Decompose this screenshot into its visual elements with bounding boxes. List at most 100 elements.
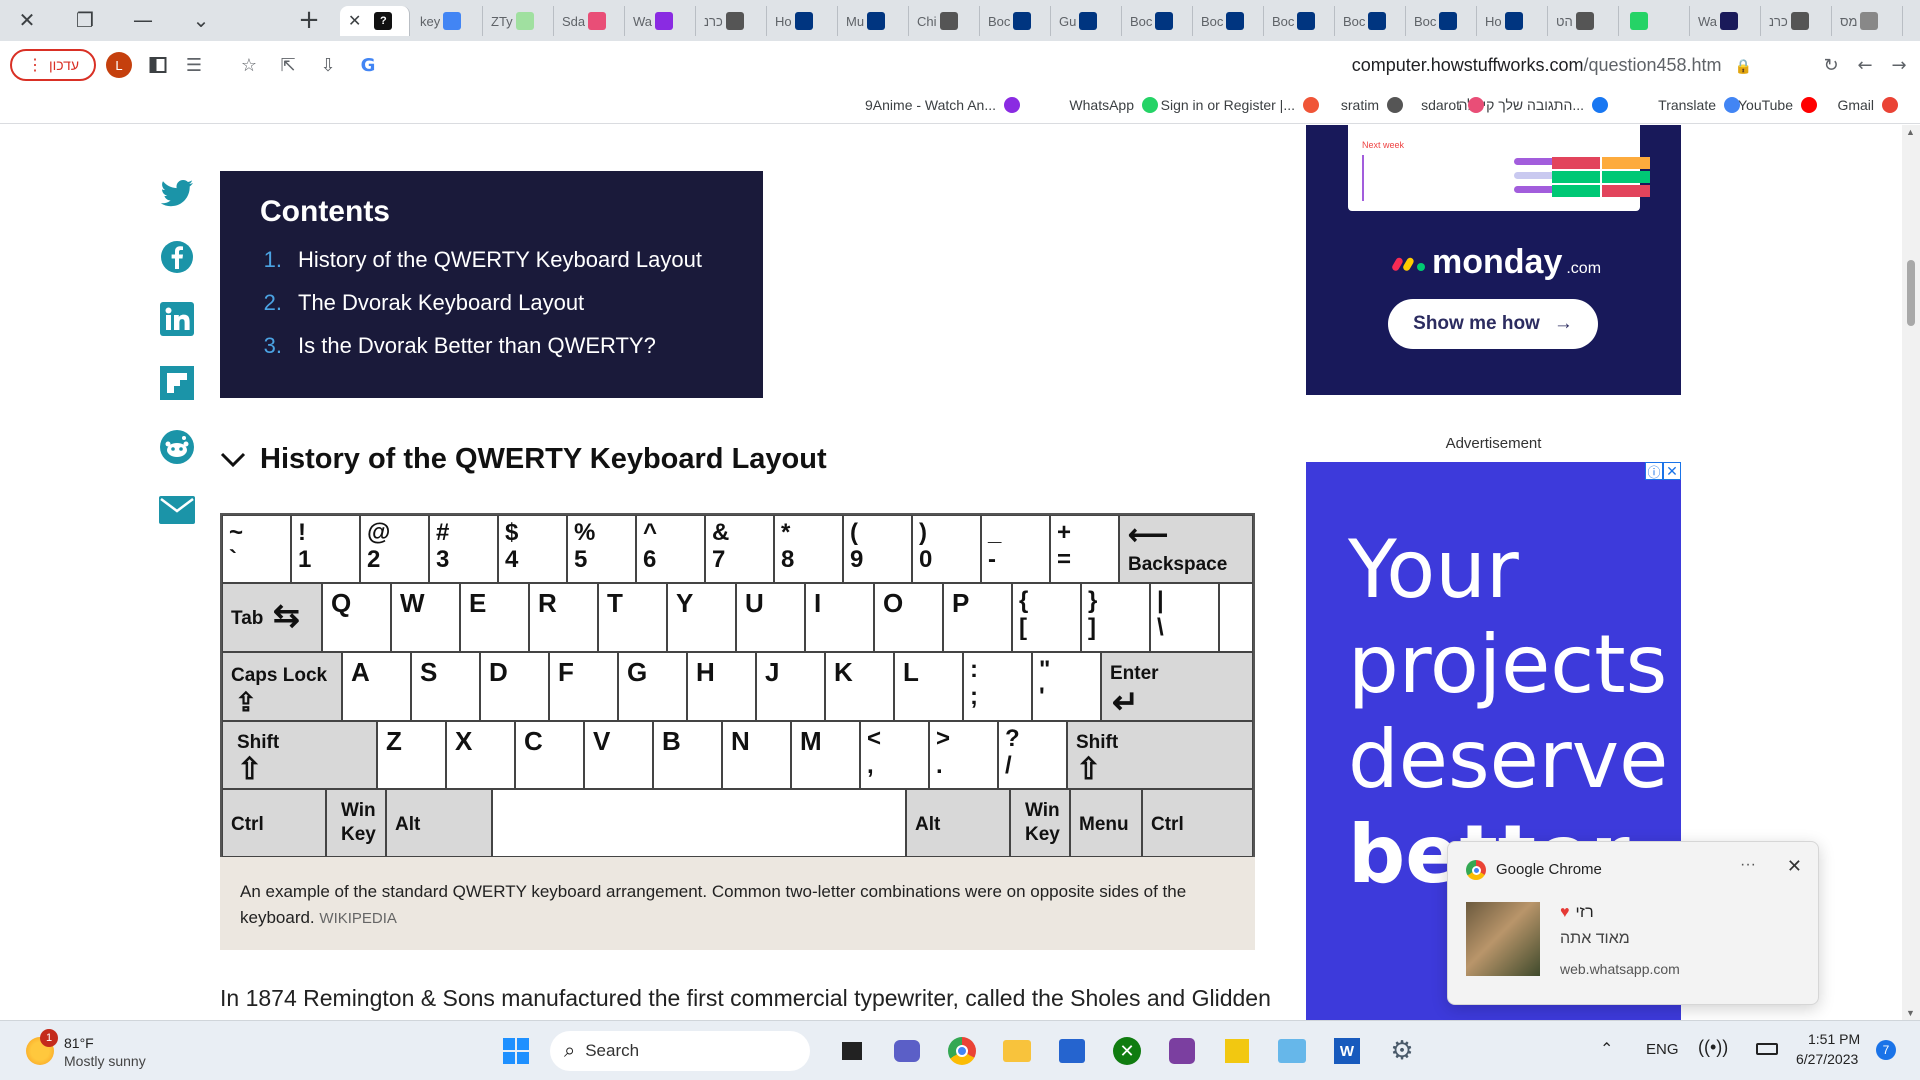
tab[interactable]: Boc — [1335, 6, 1406, 36]
key-label: 5 — [574, 546, 588, 573]
avatar[interactable]: L — [106, 52, 132, 78]
tab[interactable]: ZTy — [483, 6, 554, 36]
clock-date[interactable]: 6/27/2023 — [1796, 1051, 1858, 1067]
key-label: ] — [1088, 614, 1096, 641]
ad-close-icon[interactable]: ✕ — [1663, 462, 1681, 480]
app-icon[interactable] — [1166, 1035, 1198, 1067]
tab[interactable]: Ho — [767, 6, 838, 36]
language-indicator[interactable]: ENG — [1646, 1041, 1679, 1058]
reddit-icon[interactable] — [158, 428, 196, 466]
email-icon[interactable] — [158, 491, 196, 529]
tab[interactable]: Sda — [554, 6, 625, 36]
tab[interactable]: key — [412, 6, 483, 36]
clock-time[interactable]: 1:51 PM — [1808, 1031, 1860, 1047]
update-button[interactable]: ⋮ עדכון — [10, 49, 96, 81]
file-explorer-icon[interactable] — [1001, 1035, 1033, 1067]
contents-item[interactable]: 2. The Dvorak Keyboard Layout — [260, 290, 763, 316]
notification-count[interactable]: 7 — [1876, 1040, 1896, 1060]
tray-chevron-up-icon[interactable]: ⌃ — [1600, 1039, 1613, 1059]
tab[interactable]: Boc — [1264, 6, 1335, 36]
key-label: Alt — [395, 814, 421, 835]
tab[interactable]: Chi — [909, 6, 980, 36]
xbox-icon[interactable]: ✕ — [1111, 1035, 1143, 1067]
bookmark-item[interactable]: Sign in or Register |... — [1161, 97, 1319, 113]
sticky-notes-icon[interactable] — [1221, 1035, 1253, 1067]
close-notification-icon[interactable]: ✕ — [1787, 856, 1802, 877]
bookmark-item[interactable]: YouTube — [1738, 97, 1817, 113]
section-heading[interactable]: History of the QWERTY Keyboard Layout — [220, 443, 827, 476]
word-icon[interactable]: W — [1331, 1035, 1363, 1067]
tab[interactable]: Wa — [1690, 6, 1761, 36]
address-bar[interactable]: computer.howstuffworks.com/question458.h… — [1352, 55, 1752, 76]
contents-link[interactable]: Is the Dvorak Better than QWERTY? — [298, 333, 656, 359]
tab[interactable]: כרנ — [696, 6, 767, 36]
contents-link[interactable]: The Dvorak Keyboard Layout — [298, 290, 584, 316]
scroll-up-icon[interactable]: ▲ — [1906, 127, 1915, 137]
tab[interactable]: כרנ — [1761, 6, 1832, 36]
bookmark-item[interactable]: 9Anime - Watch An... — [865, 97, 1020, 113]
close-window-icon[interactable]: ✕ — [12, 6, 42, 34]
tab[interactable]: Boc — [1406, 6, 1477, 36]
tab-title: Sda — [562, 13, 586, 29]
photos-icon[interactable] — [1276, 1035, 1308, 1067]
chevron-down-icon[interactable] — [220, 452, 246, 468]
scrollbar-thumb[interactable] — [1907, 260, 1915, 326]
page-scrollbar[interactable]: ▲ ▼ — [1902, 125, 1920, 1020]
close-tab-icon[interactable]: ✕ — [348, 11, 361, 31]
scroll-down-icon[interactable]: ▼ — [1906, 1008, 1915, 1018]
lock-icon[interactable]: 🔒 — [1735, 58, 1752, 74]
tab[interactable]: Ho — [1477, 6, 1548, 36]
monday-ad[interactable]: Next week monday .com Show me how → — [1306, 125, 1681, 395]
minimize-window-icon[interactable]: — — [128, 6, 158, 34]
tab[interactable]: Gu — [1051, 6, 1122, 36]
bookmark-item[interactable]: Gmail — [1837, 97, 1898, 113]
flipboard-icon[interactable] — [158, 364, 196, 402]
chrome-notification[interactable]: Google Chrome ··· ✕ ♥ רזי מאוד אתה web.wh… — [1447, 841, 1819, 1005]
tab[interactable]: Wa — [625, 6, 696, 36]
windows-start-icon[interactable] — [500, 1035, 532, 1067]
bookmark-item[interactable]: sdarot — [1421, 97, 1484, 113]
chrome-taskbar-icon[interactable] — [946, 1035, 978, 1067]
task-view-icon[interactable] — [836, 1035, 868, 1067]
tab[interactable]: Boc — [1193, 6, 1264, 36]
bookmark-item[interactable]: WhatsApp — [1069, 97, 1158, 113]
tab[interactable]: Boc — [1122, 6, 1193, 36]
reading-list-icon[interactable]: ☰ — [179, 50, 209, 80]
tab[interactable]: Boc — [980, 6, 1051, 36]
tab-active-howstuffworks[interactable]: ✕ ? — [340, 6, 410, 36]
tab[interactable]: Mu — [838, 6, 909, 36]
restore-window-icon[interactable]: ❐ — [70, 6, 100, 34]
bookmark-item[interactable]: sratim — [1341, 97, 1403, 113]
facebook-share-icon[interactable] — [158, 238, 196, 276]
meet-icon[interactable] — [891, 1035, 923, 1067]
tab[interactable]: מס — [1832, 6, 1903, 36]
twitter-icon[interactable] — [158, 175, 196, 213]
taskbar-search[interactable]: ⌕ Search — [550, 1031, 810, 1071]
forward-arrow-icon[interactable]: → — [1884, 50, 1914, 80]
google-lens-icon[interactable]: G — [353, 50, 383, 80]
back-arrow-icon[interactable]: ← — [1850, 50, 1880, 80]
weather-widget[interactable]: 1 81°F Mostly sunny — [26, 1029, 196, 1071]
new-tab-plus-icon[interactable]: + — [294, 5, 324, 35]
install-icon[interactable]: ⇩ — [313, 50, 343, 80]
more-options-icon[interactable]: ··· — [1740, 856, 1756, 874]
contents-item[interactable]: 1. History of the QWERTY Keyboard Layout — [260, 247, 763, 273]
contents-link[interactable]: History of the QWERTY Keyboard Layout — [298, 247, 702, 273]
store-icon[interactable] — [1056, 1035, 1088, 1067]
wifi-icon[interactable]: ((•)) — [1698, 1037, 1728, 1058]
reload-icon[interactable]: ↻ — [1816, 50, 1846, 80]
ad-choices-icon[interactable]: ⓘ — [1645, 462, 1663, 480]
show-me-how-button[interactable]: Show me how → — [1388, 299, 1598, 349]
settings-gear-icon[interactable]: ⚙ — [1386, 1035, 1418, 1067]
linkedin-icon[interactable] — [158, 300, 196, 338]
contents-item[interactable]: 3. Is the Dvorak Better than QWERTY? — [260, 333, 763, 359]
bookmark-star-icon[interactable]: ☆ — [234, 50, 264, 80]
tab[interactable] — [1619, 6, 1690, 36]
bookmark-item[interactable]: Translate — [1658, 97, 1740, 113]
side-panel-icon[interactable] — [143, 50, 173, 80]
preview-status — [1602, 157, 1650, 169]
share-icon[interactable]: ⇱ — [273, 50, 303, 80]
battery-icon[interactable] — [1756, 1043, 1778, 1055]
tab[interactable]: הט — [1548, 6, 1619, 36]
tab-search-chevron-icon[interactable]: ⌄ — [186, 6, 216, 34]
